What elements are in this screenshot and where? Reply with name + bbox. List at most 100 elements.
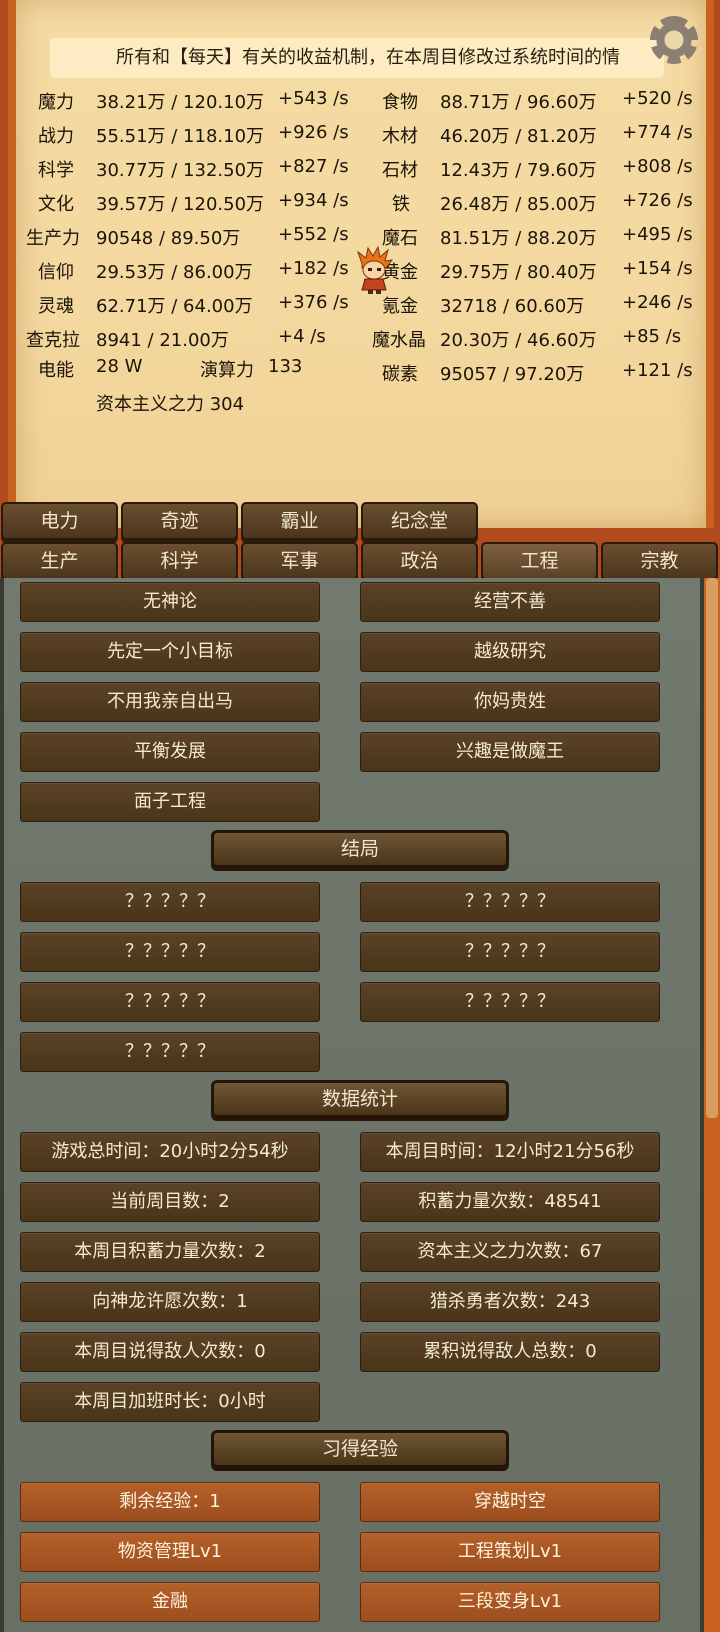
achievement-button[interactable]: 平衡发展 (20, 732, 320, 772)
endings-header: 结局 (211, 830, 509, 868)
resource-name: 氪金 (382, 296, 418, 317)
stat-button[interactable]: 当前周目数：2 (20, 1182, 320, 1222)
achievement-button[interactable]: 面子工程 (20, 782, 320, 822)
resource-rate: +808 /s (622, 156, 693, 177)
stat-button[interactable]: 本周目时间：12小时21分56秒 (360, 1132, 660, 1172)
resource-name: 文化 (38, 194, 74, 215)
exp-button[interactable]: 穿越时空 (360, 1482, 660, 1522)
resource-name: 灵魂 (38, 296, 74, 317)
exp-header-label: 习得经验 (321, 1438, 398, 1460)
resource-row: 文化 39.57万 / 120.50万 +934 /s (26, 190, 366, 216)
resource-name: 信仰 (38, 262, 74, 283)
stat-button[interactable]: 猎杀勇者次数：243 (360, 1282, 660, 1322)
achievement-button[interactable]: 先定一个小目标 (20, 632, 320, 672)
scrollbar[interactable] (704, 578, 720, 1632)
scrollbar-thumb[interactable] (706, 578, 718, 1118)
stat-button[interactable]: 累积说得敌人总数：0 (360, 1332, 660, 1372)
capitalism-row: 资本主义之力 304 (96, 390, 244, 416)
exp-button[interactable]: 金融 (20, 1582, 320, 1622)
resource-name: 生产力 (26, 228, 80, 249)
achievement-button[interactable]: 无神论 (20, 582, 320, 622)
resource-value: 46.20万 / 81.20万 (440, 126, 597, 147)
resource-rate: +246 /s (622, 292, 693, 313)
tab-1[interactable]: 奇迹 (121, 502, 238, 540)
resource-value: 29.53万 / 86.00万 (96, 262, 253, 283)
tab-6[interactable]: 军事 (241, 542, 358, 580)
tab-8[interactable]: 工程 (481, 542, 598, 580)
achievement-button[interactable]: 经营不善 (360, 582, 660, 622)
ending-button[interactable]: ？？？？？ (20, 932, 320, 972)
resource-value: 90548 / 89.50万 (96, 228, 241, 249)
resource-row: 战力 55.51万 / 118.10万 +926 /s (26, 122, 366, 148)
resource-row: 查克拉 8941 / 21.00万 +4 /s (26, 326, 366, 352)
exp-button[interactable]: 三段变身Lv1 (360, 1582, 660, 1622)
resource-value: 12.43万 / 79.60万 (440, 160, 597, 181)
capitalism-text: 资本主义之力 304 (96, 394, 245, 415)
tab-9[interactable]: 宗教 (601, 542, 718, 580)
achievement-button[interactable]: 你妈贵姓 (360, 682, 660, 722)
resource-value: 20.30万 / 46.60万 (440, 330, 597, 351)
gear-icon[interactable] (650, 16, 698, 64)
resource-value: 39.57万 / 120.50万 (96, 194, 265, 215)
ending-button[interactable]: ？？？？？ (20, 982, 320, 1022)
resource-rate: +495 /s (622, 224, 693, 245)
stat-button[interactable]: 向神龙许愿次数：1 (20, 1282, 320, 1322)
resource-name: 木材 (382, 126, 418, 147)
tab-4[interactable]: 生产 (1, 542, 118, 580)
resource-rate: +827 /s (278, 156, 349, 177)
resource-row: 魔力 38.21万 / 120.10万 +543 /s (26, 88, 366, 114)
exp-button[interactable]: 剩余经验：1 (20, 1482, 320, 1522)
compute-label: 演算力 (200, 360, 254, 381)
tab-3[interactable]: 纪念堂 (361, 502, 478, 540)
stat-button[interactable]: 本周目加班时长：0小时 (20, 1382, 320, 1422)
resource-row: 魔水晶 20.30万 / 46.60万 +85 /s (372, 326, 712, 352)
stat-button[interactable]: 资本主义之力次数：67 (360, 1232, 660, 1272)
resource-name: 铁 (392, 194, 410, 215)
resource-name: 魔力 (38, 92, 74, 113)
power-value: 28 W (96, 356, 143, 377)
ending-button[interactable]: ？？？？？ (20, 882, 320, 922)
resource-value: 26.48万 / 85.00万 (440, 194, 597, 215)
resource-row: 碳素 95057 / 97.20万 +121 /s (372, 360, 712, 386)
resource-panel: 所有和【每天】有关的收益机制，在本周目修改过系统时间的情 魔力 38.21万 / … (8, 0, 714, 528)
compute-value: 133 (268, 356, 303, 377)
achievement-button[interactable]: 越级研究 (360, 632, 660, 672)
resource-rate: +154 /s (622, 258, 693, 279)
stat-button[interactable]: 本周目积蓄力量次数：2 (20, 1232, 320, 1272)
resource-row: 铁 26.48万 / 85.00万 +726 /s (372, 190, 712, 216)
resource-name: 战力 (38, 126, 74, 147)
stats-header-label: 数据统计 (321, 1088, 398, 1110)
endings-header-label: 结局 (340, 838, 379, 860)
resource-rate: +182 /s (278, 258, 349, 279)
exp-button[interactable]: 工程策划Lv1 (360, 1532, 660, 1572)
achievement-button[interactable]: 不用我亲自出马 (20, 682, 320, 722)
achievement-button[interactable]: 兴趣是做魔王 (360, 732, 660, 772)
stat-button[interactable]: 本周目说得敌人次数：0 (20, 1332, 320, 1372)
resource-rate: +726 /s (622, 190, 693, 211)
resource-value: 38.21万 / 120.10万 (96, 92, 265, 113)
stat-button[interactable]: 游戏总时间：20小时2分54秒 (20, 1132, 320, 1172)
tab-2[interactable]: 霸业 (241, 502, 358, 540)
tab-7[interactable]: 政治 (361, 542, 478, 580)
notice-marquee: 所有和【每天】有关的收益机制，在本周目修改过系统时间的情 (50, 38, 664, 78)
ending-button[interactable]: ？？？？？ (360, 882, 660, 922)
resource-name: 碳素 (382, 364, 418, 385)
resource-value: 62.71万 / 64.00万 (96, 296, 253, 317)
tab-5[interactable]: 科学 (121, 542, 238, 580)
resource-rate: +121 /s (622, 360, 693, 381)
resource-rate: +376 /s (278, 292, 349, 313)
resource-rate: +926 /s (278, 122, 349, 143)
resource-rate: +774 /s (622, 122, 693, 143)
resource-rate: +543 /s (278, 88, 349, 109)
resource-rate: +520 /s (622, 88, 693, 109)
stat-button[interactable]: 积蓄力量次数：48541 (360, 1182, 660, 1222)
tab-0[interactable]: 电力 (1, 502, 118, 540)
stats-header: 数据统计 (211, 1080, 509, 1118)
resource-value: 95057 / 97.20万 (440, 364, 585, 385)
resource-row: 木材 46.20万 / 81.20万 +774 /s (372, 122, 712, 148)
ending-button[interactable]: ？？？？？ (360, 932, 660, 972)
ending-button[interactable]: ？？？？？ (360, 982, 660, 1022)
exp-button[interactable]: 物资管理Lv1 (20, 1532, 320, 1572)
ending-button[interactable]: ？？？？？ (20, 1032, 320, 1072)
resource-value: 8941 / 21.00万 (96, 330, 229, 351)
